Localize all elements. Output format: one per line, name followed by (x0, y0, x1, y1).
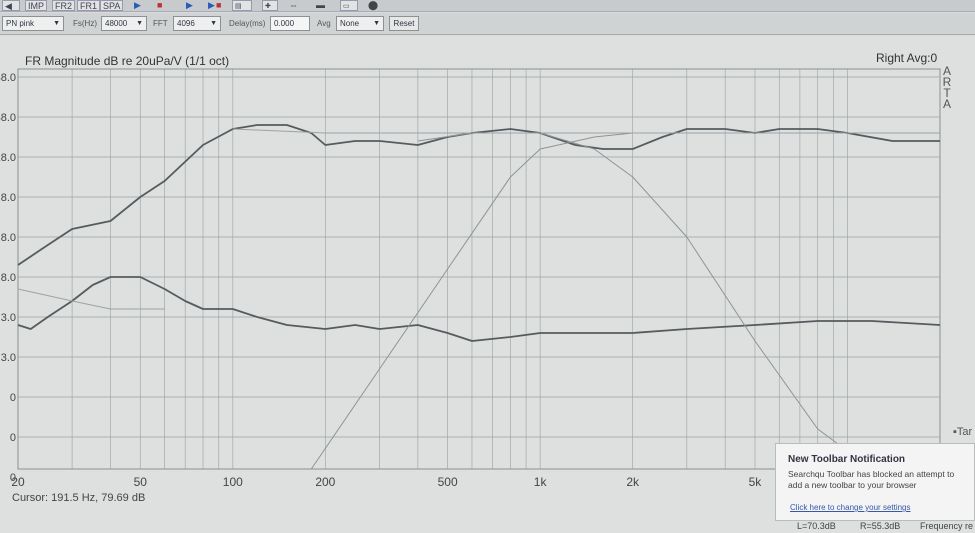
y-tick-label: 0 (10, 472, 16, 484)
cursor-readout: Cursor: 191.5 Hz, 79.69 dB (12, 492, 145, 504)
x-tick-label: 5k (749, 475, 763, 489)
cursor-value: 191.5 Hz, 79.69 dB (51, 492, 146, 504)
notification-title: New Toolbar Notification (788, 454, 906, 465)
arta-letter: A (942, 97, 951, 111)
status-left-level: L=70.3dB (797, 521, 836, 531)
y-tick-label: 3.0 (1, 352, 16, 364)
y-tick-label: 8.0 (1, 272, 16, 284)
target-label[interactable]: ▪Tar (953, 426, 972, 438)
y-tick-label: 8.0 (1, 192, 16, 204)
x-tick-labels: 20 50 100 200 500 1k 2k 5k (11, 475, 762, 489)
y-tick-label: 8.0 (1, 232, 16, 244)
y-tick-label: 128.0 (0, 152, 16, 164)
status-mode: Frequency re (920, 521, 974, 531)
notification-settings-link[interactable]: Click here to change your settings (790, 503, 911, 512)
x-tick-label: 50 (134, 475, 148, 489)
series-line-1 (17, 124, 940, 266)
x-tick-label: 1k (534, 475, 548, 489)
arta-brand: A R T A (942, 65, 952, 111)
chart-title: FR Magnitude dB re 20uPa/V (1/1 oct) (25, 54, 230, 68)
series-layer (17, 124, 941, 470)
toolbar-notification[interactable]: New Toolbar Notification Searchqu Toolba… (775, 443, 975, 521)
x-tick-label: 200 (315, 475, 335, 489)
x-tick-label: 2k (626, 475, 640, 489)
y-tick-label: 3.0 (1, 312, 16, 324)
series-line-5 (17, 288, 165, 310)
notification-body: Searchqu Toolbar has blocked an attempt … (788, 469, 955, 490)
cursor-label: Cursor: (12, 492, 49, 504)
y-tick-label: 0 (10, 392, 16, 404)
channel-avg-label: Right Avg:0 (876, 51, 938, 65)
status-right-level: R=55.3dB (860, 521, 901, 531)
x-tick-label: 100 (223, 475, 243, 489)
x-tick-label: 500 (438, 475, 458, 489)
y-tick-label: 138.0 (0, 112, 16, 124)
y-tick-label: 148.0 (0, 72, 16, 84)
y-tick-labels: 148.0 138.0 128.0 8.0 8.0 8.0 3.0 3.0 0 0 0 (0, 72, 16, 484)
y-tick-label: 0 (10, 432, 16, 444)
series-line-4 (417, 132, 873, 470)
